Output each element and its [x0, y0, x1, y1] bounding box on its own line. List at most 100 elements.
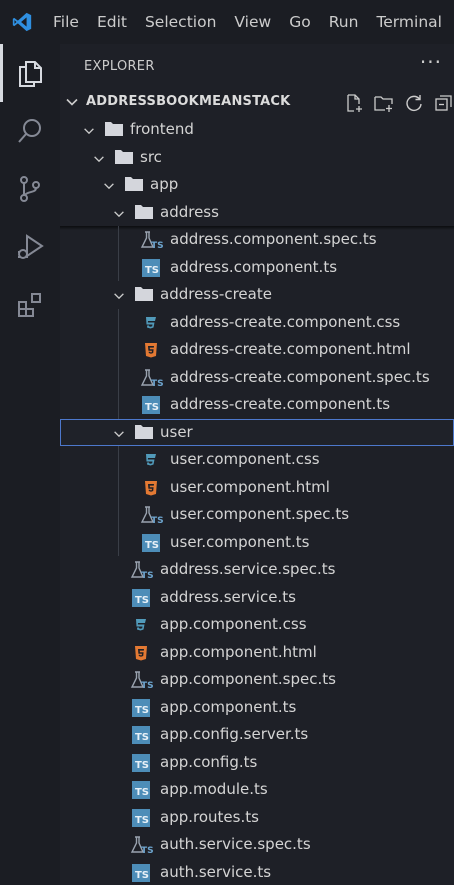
chevron-down-icon[interactable]: [102, 178, 116, 197]
file-name: auth.service.ts: [160, 862, 272, 881]
chevron-down-icon[interactable]: [82, 123, 96, 142]
tree-file[interactable]: app.component.css: [60, 611, 454, 639]
workspace-folder-header[interactable]: ADDRESSBOOKMEANSTACK: [60, 88, 454, 116]
tree-file[interactable]: TS address.service.ts: [60, 584, 454, 612]
tree-file[interactable]: TS app.config.server.ts: [60, 721, 454, 749]
more-actions-icon[interactable]: ···: [420, 52, 442, 72]
tree-file[interactable]: TS user.component.spec.ts: [60, 501, 454, 529]
refresh-icon[interactable]: [403, 92, 424, 113]
menu-run[interactable]: Run: [320, 0, 368, 44]
vscode-logo-icon: [0, 0, 44, 44]
menu-file[interactable]: File: [44, 0, 88, 44]
typescript-file-icon: TS: [132, 863, 150, 882]
file-name: app.config.ts: [160, 752, 258, 771]
run-debug-icon[interactable]: [0, 218, 60, 276]
typescript-file-icon: TS: [132, 698, 150, 717]
tree-folder-address-create[interactable]: address-create: [60, 281, 454, 309]
explorer-icon[interactable]: [0, 44, 60, 102]
tree-file[interactable]: TS user.component.ts: [60, 529, 454, 557]
file-name: user.component.css: [170, 450, 320, 468]
tree-file[interactable]: TS app.config.ts: [60, 749, 454, 777]
tree-file[interactable]: address-create.component.css: [60, 309, 454, 337]
tree-folder-address[interactable]: address: [60, 199, 454, 227]
svg-text:TS: TS: [151, 241, 164, 250]
typescript-file-icon: TS: [132, 808, 150, 827]
tree-file[interactable]: address-create.component.html: [60, 336, 454, 364]
tree-file[interactable]: TS app.routes.ts: [60, 804, 454, 832]
workspace-folder-actions: [343, 92, 454, 113]
tree-file[interactable]: TS app.module.ts: [60, 776, 454, 804]
file-name: user.component.ts: [170, 532, 310, 551]
tree-file[interactable]: user.component.html: [60, 474, 454, 502]
menu-selection[interactable]: Selection: [136, 0, 225, 44]
file-tree: frontend src app address TS address.component…: [60, 116, 454, 885]
menu-view[interactable]: View: [225, 0, 280, 44]
folder-name: app: [150, 175, 179, 193]
tree-file[interactable]: TS app.component.spec.ts: [60, 666, 454, 694]
menu-edit[interactable]: Edit: [88, 0, 136, 44]
folder-name: src: [140, 147, 162, 166]
tree-file[interactable]: TS auth.service.spec.ts: [60, 831, 454, 859]
tree-file[interactable]: TS address.component.spec.ts: [60, 226, 454, 254]
tree-file[interactable]: TS address-create.component.ts: [60, 391, 454, 419]
collapse-all-icon[interactable]: [433, 92, 454, 113]
file-name: app.routes.ts: [160, 807, 259, 826]
tree-folder-frontend[interactable]: frontend: [60, 116, 454, 144]
css-file-icon: [144, 315, 158, 335]
tree-folder-app[interactable]: app: [60, 171, 454, 199]
extensions-icon[interactable]: [0, 276, 60, 334]
folder-name: address: [160, 202, 219, 221]
explorer-sidebar: EXPLORER ··· ADDRESSBOOKMEANSTACK fronte…: [60, 44, 454, 885]
folder-icon: [134, 423, 154, 445]
title-bar: File Edit Selection View Go Run Terminal: [0, 0, 454, 44]
tree-folder-user[interactable]: user: [60, 418, 454, 446]
tree-file[interactable]: TS address.component.ts: [60, 254, 454, 282]
folder-name: address-create: [160, 285, 272, 303]
indent-guide: [118, 308, 119, 419]
typescript-file-icon: TS: [142, 258, 160, 277]
folder-icon: [104, 120, 124, 142]
indent-guide: [118, 446, 119, 556]
new-folder-icon[interactable]: [373, 92, 394, 113]
tree-file[interactable]: app.component.html: [60, 639, 454, 667]
tree-folder-src[interactable]: src: [60, 144, 454, 172]
html-file-icon: [144, 480, 158, 500]
chevron-down-icon[interactable]: [92, 151, 106, 170]
typescript-file-icon: TS: [132, 726, 150, 744]
file-name: address.component.ts: [170, 257, 338, 276]
file-name: address.service.ts: [160, 587, 296, 606]
menu-bar: File Edit Selection View Go Run Terminal: [44, 0, 451, 44]
html-file-icon: [144, 342, 158, 362]
explorer-header: EXPLORER ···: [60, 44, 454, 88]
chevron-down-icon[interactable]: [112, 288, 126, 307]
file-name: address-create.component.css: [170, 312, 401, 331]
typescript-file-icon: TS: [132, 588, 150, 607]
activity-bar: [0, 44, 60, 885]
file-name: app.component.html: [160, 642, 317, 661]
folder-name: user: [160, 422, 193, 441]
tree-file[interactable]: TS address.service.spec.ts: [60, 556, 454, 584]
tree-file[interactable]: TS auth.service.ts: [60, 859, 454, 885]
search-icon[interactable]: [0, 102, 60, 160]
test-spec-file-icon: TS: [130, 560, 154, 584]
chevron-down-icon[interactable]: [64, 94, 80, 114]
menu-terminal[interactable]: Terminal: [367, 0, 451, 44]
chevron-down-icon[interactable]: [112, 206, 126, 225]
file-name: auth.service.spec.ts: [160, 835, 311, 853]
svg-text:TS: TS: [151, 516, 164, 525]
test-spec-file-icon: TS: [140, 230, 164, 254]
folder-icon: [114, 148, 134, 170]
file-name: address-create.component.spec.ts: [170, 367, 430, 386]
svg-text:TS: TS: [151, 379, 164, 388]
file-name: app.component.css: [160, 615, 307, 633]
source-control-icon[interactable]: [0, 160, 60, 218]
menu-go[interactable]: Go: [280, 0, 320, 44]
chevron-down-icon[interactable]: [112, 426, 126, 445]
svg-text:TS: TS: [141, 846, 154, 855]
tree-file[interactable]: TS app.component.ts: [60, 694, 454, 722]
typescript-file-icon: TS: [142, 396, 160, 414]
test-spec-file-icon: TS: [140, 368, 164, 392]
tree-file[interactable]: user.component.css: [60, 446, 454, 474]
tree-file[interactable]: TS address-create.component.spec.ts: [60, 364, 454, 392]
new-file-icon[interactable]: [343, 92, 364, 113]
